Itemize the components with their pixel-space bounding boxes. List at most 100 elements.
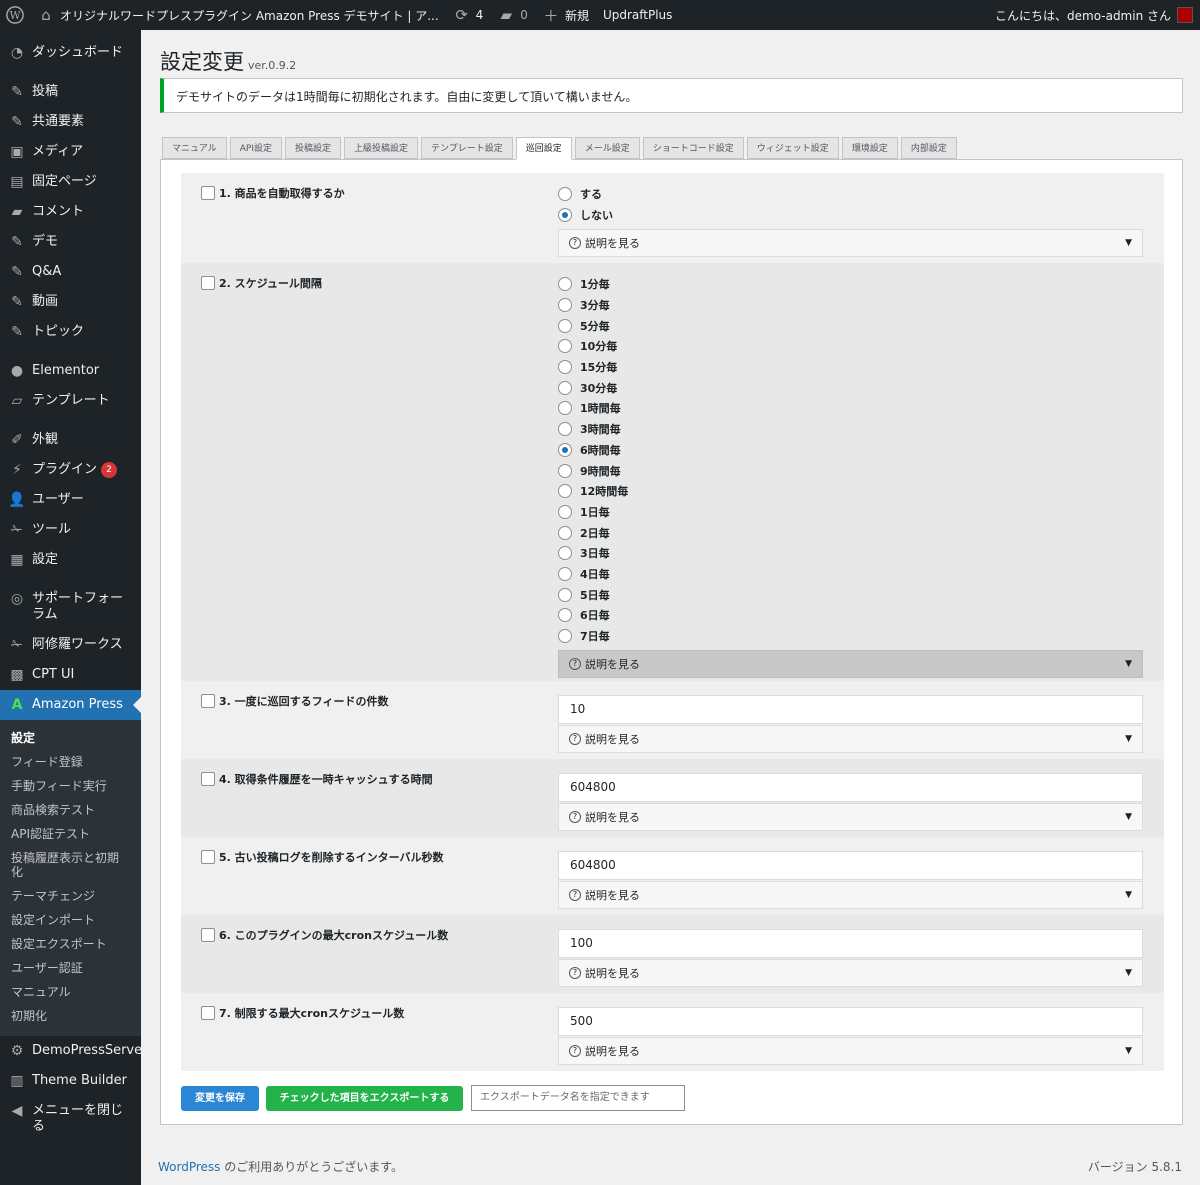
tab-mail-settings[interactable]: メール設定 [574, 137, 640, 159]
menu-support-forum[interactable]: ◎ サポートフォーラム [0, 584, 141, 630]
submenu-item-reset[interactable]: 初期化 [0, 1004, 141, 1028]
tab-advanced-post-settings[interactable]: 上級投稿設定 [344, 137, 419, 159]
updates-link[interactable]: ⟳ 4 [446, 0, 491, 30]
tab-shortcode-settings[interactable]: ショートコード設定 [642, 137, 744, 159]
export-checkbox[interactable] [201, 772, 215, 786]
comments-link[interactable]: ▰ 0 [490, 0, 535, 30]
radio-option[interactable]: しない [558, 205, 1143, 226]
menu-common-elements[interactable]: ✎ 共通要素 [0, 107, 141, 137]
tab-api-settings[interactable]: API設定 [229, 137, 282, 159]
tab-post-settings[interactable]: 投稿設定 [284, 137, 341, 159]
radio-option[interactable]: 2日毎 [558, 522, 1143, 543]
menu-theme-builder[interactable]: ▥ Theme Builder [0, 1066, 141, 1096]
radio-option[interactable]: 1日毎 [558, 502, 1143, 523]
submenu-item-user-auth[interactable]: ユーザー認証 [0, 956, 141, 980]
radio-option[interactable]: 10分毎 [558, 336, 1143, 357]
submenu-item-api-auth-test[interactable]: API認証テスト [0, 822, 141, 846]
menu-cpt-ui[interactable]: ▩ CPT UI [0, 660, 141, 690]
tab-environment-settings[interactable]: 環境設定 [841, 137, 898, 159]
radio-button[interactable] [558, 208, 572, 223]
radio-option[interactable]: 7日毎 [558, 626, 1143, 647]
export-checkbox[interactable] [201, 276, 215, 290]
submenu-item-feed-register[interactable]: フィード登録 [0, 750, 141, 774]
radio-button[interactable] [558, 566, 572, 581]
radio-button[interactable] [558, 504, 572, 519]
radio-option[interactable]: 1時間毎 [558, 398, 1143, 419]
menu-templates[interactable]: ▱ テンプレート [0, 386, 141, 416]
radio-button[interactable] [558, 608, 572, 623]
tab-internal-settings[interactable]: 内部設定 [900, 137, 957, 159]
radio-button[interactable] [558, 318, 572, 333]
submenu-item-settings-export[interactable]: 設定エクスポート [0, 932, 141, 956]
radio-button[interactable] [558, 339, 572, 354]
tab-patrol-settings[interactable]: 巡回設定 [515, 137, 572, 160]
menu-appearance[interactable]: ✐ 外観 [0, 425, 141, 455]
radio-button[interactable] [558, 629, 572, 644]
log-interval-input[interactable]: 604800 [558, 851, 1143, 880]
menu-comments[interactable]: ▰ コメント [0, 197, 141, 227]
feed-count-input[interactable]: 10 [558, 695, 1143, 724]
export-checkbox[interactable] [201, 1006, 215, 1020]
radio-button[interactable] [558, 546, 572, 561]
menu-ashura-works[interactable]: ✁ 阿修羅ワークス [0, 630, 141, 660]
menu-posts[interactable]: ✎ 投稿 [0, 77, 141, 107]
submenu-item-post-history[interactable]: 投稿履歴表示と初期化 [0, 846, 141, 884]
details-toggle[interactable]: ? 説明を見る ▼ [558, 881, 1143, 909]
limit-cron-input[interactable]: 500 [558, 1007, 1143, 1036]
menu-topic[interactable]: ✎ トピック [0, 317, 141, 347]
details-toggle[interactable]: ? 説明を見る ▼ [558, 650, 1143, 679]
menu-pages[interactable]: ▤ 固定ページ [0, 167, 141, 197]
export-checkbox[interactable] [201, 850, 215, 864]
radio-button[interactable] [558, 380, 572, 395]
radio-option[interactable]: 15分毎 [558, 357, 1143, 378]
submenu-item-manual-feed[interactable]: 手動フィード実行 [0, 774, 141, 798]
menu-amazon-press[interactable]: A Amazon Press [0, 690, 141, 720]
radio-button[interactable] [558, 587, 572, 602]
export-checked-button[interactable]: チェックした項目をエクスポートする [266, 1086, 463, 1111]
details-toggle[interactable]: ? 説明を見る ▼ [558, 1037, 1143, 1065]
radio-button[interactable] [558, 360, 572, 375]
menu-media[interactable]: ▣ メディア [0, 137, 141, 167]
export-checkbox[interactable] [201, 694, 215, 708]
radio-option[interactable]: 3日毎 [558, 543, 1143, 564]
menu-demo[interactable]: ✎ デモ [0, 227, 141, 257]
radio-button[interactable] [558, 401, 572, 416]
tab-template-settings[interactable]: テンプレート設定 [421, 137, 513, 159]
updraftplus-link[interactable]: UpdraftPlus [596, 0, 679, 30]
my-account-link[interactable]: こんにちは、demo-admin さん [988, 0, 1200, 30]
details-toggle[interactable]: ? 説明を見る ▼ [558, 803, 1143, 831]
radio-option[interactable]: 30分毎 [558, 377, 1143, 398]
details-toggle[interactable]: ? 説明を見る ▼ [558, 959, 1143, 987]
radio-button[interactable] [558, 525, 572, 540]
menu-plugins[interactable]: ⚡ プラグイン 2 [0, 455, 141, 485]
new-content-link[interactable]: ＋ 新規 [535, 0, 596, 30]
radio-option[interactable]: 6日毎 [558, 605, 1143, 626]
menu-tools[interactable]: ✁ ツール [0, 515, 141, 545]
site-name-link[interactable]: ⌂ オリジナルワードプレスプラグイン Amazon Press デモサイト | … [30, 0, 446, 30]
radio-button[interactable] [558, 422, 572, 437]
menu-dashboard[interactable]: ◔ ダッシュボード [0, 38, 141, 68]
wordpress-logo-icon[interactable]: W [0, 0, 30, 30]
collapse-menu-button[interactable]: ◀ メニューを閉じる [0, 1096, 141, 1142]
radio-button[interactable] [558, 484, 572, 499]
max-cron-input[interactable]: 100 [558, 929, 1143, 958]
radio-option[interactable]: 12時間毎 [558, 481, 1143, 502]
radio-option[interactable]: 4日毎 [558, 564, 1143, 585]
submenu-item-manual[interactable]: マニュアル [0, 980, 141, 1004]
submenu-item-settings[interactable]: 設定 [0, 726, 141, 750]
radio-button[interactable] [558, 277, 572, 292]
export-name-input[interactable]: エクスポートデータ名を指定できます [471, 1085, 685, 1111]
radio-option[interactable]: 9時間毎 [558, 460, 1143, 481]
wordpress-link[interactable]: WordPress [158, 1160, 220, 1174]
radio-button[interactable] [558, 187, 572, 202]
radio-option[interactable]: 5日毎 [558, 584, 1143, 605]
radio-option[interactable]: 1分毎 [558, 274, 1143, 295]
radio-option[interactable]: 3時間毎 [558, 419, 1143, 440]
radio-option[interactable]: 6時間毎 [558, 440, 1143, 461]
details-toggle[interactable]: ? 説明を見る ▼ [558, 229, 1143, 258]
submenu-item-settings-import[interactable]: 設定インポート [0, 908, 141, 932]
export-checkbox[interactable] [201, 928, 215, 942]
tab-widget-settings[interactable]: ウィジェット設定 [746, 137, 839, 159]
submenu-item-theme-change[interactable]: テーマチェンジ [0, 884, 141, 908]
menu-demopressserver[interactable]: ⚙ DemoPressServer [0, 1036, 148, 1066]
